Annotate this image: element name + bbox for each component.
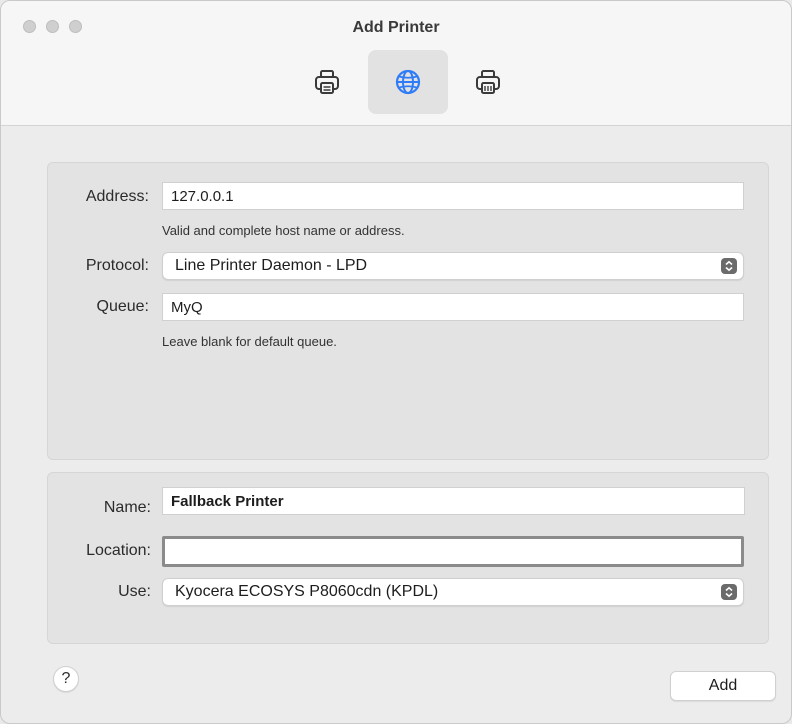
protocol-label: Protocol: (85, 257, 149, 274)
driver-value: Kyocera ECOSYS P8060cdn (KPDL) (175, 583, 439, 600)
printer-icon (315, 70, 339, 94)
help-button[interactable]: ? (53, 666, 79, 692)
ip-printer-tab[interactable] (368, 50, 448, 114)
printer-list-icon (476, 70, 500, 94)
titlebar: Add Printer (1, 1, 791, 126)
chevron-updown-icon (721, 258, 737, 274)
chevron-updown-icon (721, 584, 737, 600)
driver-select[interactable]: Kyocera ECOSYS P8060cdn (KPDL) (162, 578, 744, 606)
add-printer-window: Add Printer Address: 127.0.0.1 Valid and… (0, 0, 792, 724)
address-input[interactable] (162, 182, 744, 210)
address-hint: Valid and complete host name or address. (162, 223, 405, 238)
window-title: Add Printer (352, 19, 440, 36)
default-printers-tab[interactable] (287, 50, 367, 114)
name-input[interactable] (162, 487, 745, 515)
location-label: Location: (86, 542, 151, 559)
name-label: Name: (103, 499, 151, 516)
globe-icon (395, 69, 421, 95)
use-label: Use: (118, 583, 151, 600)
address-label: Address: (85, 188, 149, 205)
protocol-select[interactable]: Line Printer Daemon - LPD (162, 252, 744, 280)
windows-printer-tab[interactable] (448, 50, 528, 114)
add-button[interactable]: Add (670, 671, 776, 701)
protocol-value: Line Printer Daemon - LPD (175, 257, 368, 274)
location-input[interactable] (162, 536, 744, 567)
queue-input[interactable] (162, 293, 744, 321)
queue-hint: Leave blank for default queue. (162, 334, 337, 349)
queue-label: Queue: (96, 298, 149, 315)
